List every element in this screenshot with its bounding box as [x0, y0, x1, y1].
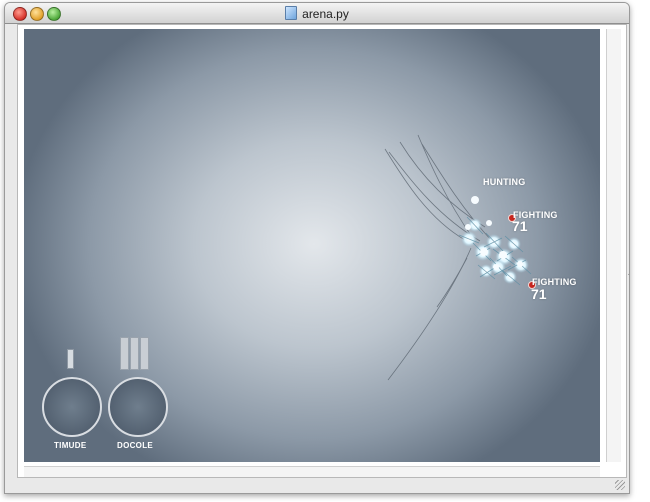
window-title-container: arena.py	[5, 6, 629, 21]
timude-indicator	[67, 349, 74, 369]
timude-label: TIMUDE	[54, 441, 87, 450]
timude-dial[interactable]	[42, 377, 102, 437]
resize-handle[interactable]	[615, 480, 625, 490]
docole-label: DOCOLE	[117, 441, 154, 450]
docole-dial[interactable]	[108, 377, 168, 437]
arena-canvas[interactable]: HUNTING FIGHTING 71 FIGHTING 71 TIMUDE D…	[24, 29, 600, 462]
score-1: 71	[512, 218, 528, 234]
content-area: HUNTING FIGHTING 71 FIGHTING 71 TIMUDE D…	[17, 24, 629, 478]
app-window: arena.py HUNTING FIGHTING 71 FIGHTING 71…	[4, 2, 630, 494]
hunting-label: HUNTING	[483, 177, 526, 187]
docole-indicator-3	[140, 337, 149, 370]
score-2: 71	[531, 286, 547, 302]
scroll-indicator-icon: ˄	[628, 268, 629, 278]
docole-indicator-2	[130, 337, 139, 370]
window-title: arena.py	[302, 7, 349, 21]
horizontal-scrollbar[interactable]	[24, 466, 600, 477]
title-bar[interactable]: arena.py	[5, 3, 629, 24]
python-file-icon	[285, 6, 298, 20]
vertical-scrollbar[interactable]	[606, 29, 621, 462]
docole-indicator-1	[120, 337, 129, 370]
